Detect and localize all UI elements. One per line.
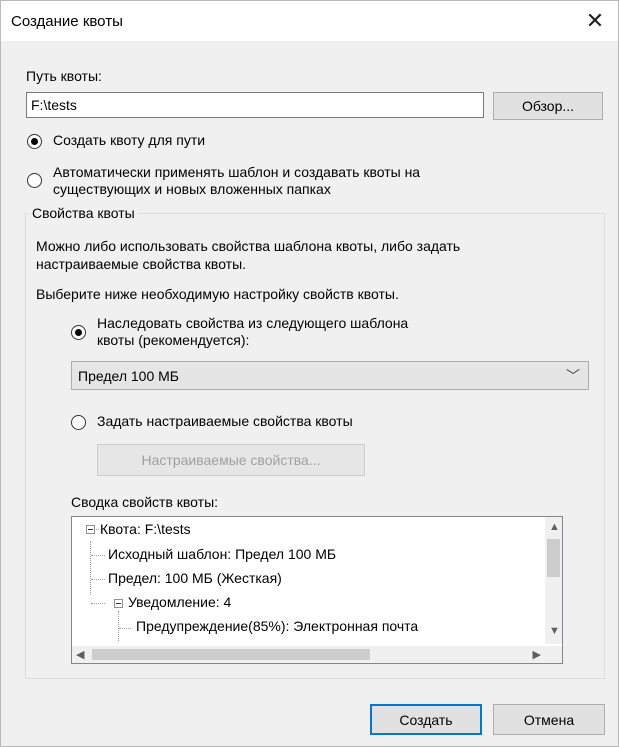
properties-description-line2: настраиваемые свойства квоты. (36, 256, 247, 272)
custom-properties-button[interactable]: Настраиваемые свойства... (97, 444, 365, 476)
vertical-scrollbar[interactable]: ▲ ▼ (545, 517, 562, 644)
tree-node-quota[interactable]: Квота: F:\tests (100, 521, 191, 537)
template-select[interactable]: Предел 100 МБ ﹀ (71, 361, 589, 390)
browse-button[interactable]: Обзор... (493, 92, 603, 120)
custom-properties-radio[interactable] (71, 415, 86, 430)
properties-description-line1: Можно либо использовать свойства шаблона… (36, 238, 461, 254)
scroll-corner (545, 646, 562, 663)
quota-path-label: Путь квоты: (26, 68, 102, 84)
properties-instruction: Выберите ниже необходимую настройку свой… (36, 286, 399, 302)
create-for-path-label: Создать квоту для пути (53, 132, 206, 148)
auto-apply-label-line1: Автоматически применять шаблон и создава… (53, 164, 421, 180)
auto-apply-label-line2: существующих и новых вложенных папках (53, 181, 331, 197)
template-select-value: Предел 100 МБ (78, 368, 179, 384)
close-icon: ✕ (585, 8, 605, 33)
collapse-icon[interactable] (114, 599, 123, 608)
chevron-down-icon: ﹀ (566, 368, 580, 384)
tree-node-limit[interactable]: Предел: 100 МБ (Жесткая) (108, 570, 282, 586)
tree-node-source-template[interactable]: Исходный шаблон: Предел 100 МБ (108, 546, 336, 562)
scroll-up-icon[interactable]: ▲ (549, 521, 560, 533)
title-bar: Создание квоты ✕ (1, 1, 618, 41)
create-button[interactable]: Создать (370, 704, 482, 735)
summary-label: Сводка свойств квоты: (71, 494, 219, 510)
auto-apply-radio[interactable] (27, 173, 42, 188)
dialog-title: Создание квоты (11, 13, 123, 30)
tree-node-notification[interactable]: Уведомление: 4 (128, 594, 231, 610)
scroll-down-icon[interactable]: ▼ (549, 625, 560, 637)
horizontal-scroll-thumb[interactable] (92, 649, 370, 660)
scroll-left-icon[interactable]: ◀ (76, 648, 84, 661)
inherit-template-radio[interactable] (71, 325, 86, 340)
create-for-path-radio[interactable] (27, 134, 42, 149)
vertical-scroll-thumb[interactable] (547, 539, 560, 577)
scroll-right-icon[interactable]: ▶ (533, 648, 541, 661)
inherit-template-label-line2: квоты (рекомендуется): (97, 332, 250, 348)
quota-properties-title: Свойства квоты (29, 205, 138, 221)
tree-node-warning[interactable]: Предупреждение(85%): Электронная почта (136, 618, 418, 634)
cancel-button[interactable]: Отмена (493, 704, 605, 735)
quota-path-input[interactable] (26, 92, 484, 118)
close-button[interactable]: ✕ (572, 1, 618, 41)
collapse-icon[interactable] (86, 525, 95, 534)
quota-summary-tree[interactable]: Квота: F:\tests Исходный шаблон: Предел … (71, 516, 563, 664)
inherit-template-label-line1: Наследовать свойства из следующего шабло… (97, 315, 409, 331)
custom-properties-label: Задать настраиваемые свойства квоты (97, 413, 353, 429)
horizontal-scrollbar[interactable]: ◀ ▶ (72, 646, 545, 663)
create-quota-dialog: Создание квоты ✕ Путь квоты: Обзор... Со… (0, 0, 619, 747)
